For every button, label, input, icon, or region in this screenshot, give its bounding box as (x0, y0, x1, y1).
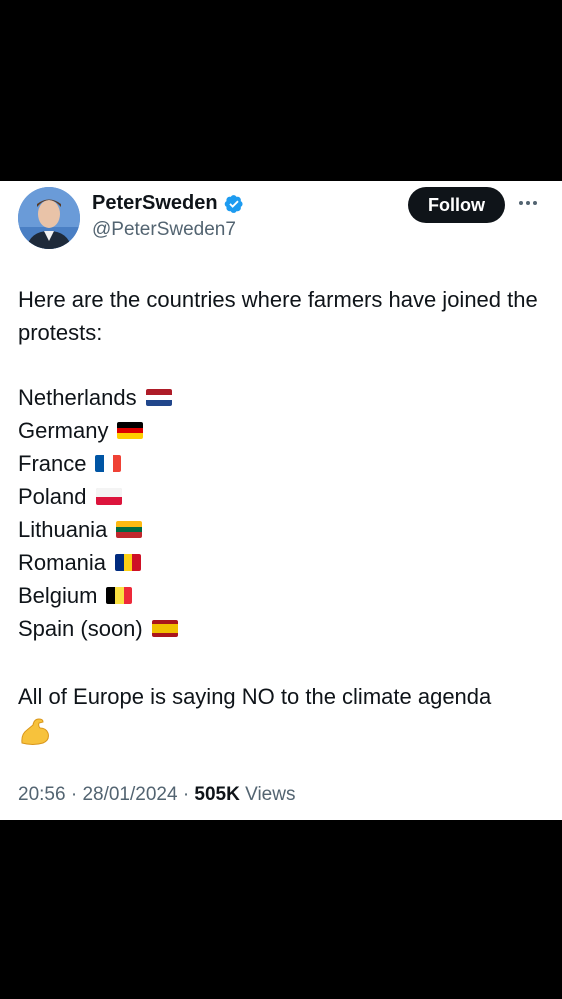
more-horizontal-icon[interactable] (519, 196, 543, 210)
belgium-flag-icon (106, 587, 133, 604)
avatar-image (18, 187, 80, 249)
follow-button[interactable]: Follow (408, 187, 505, 223)
author-name[interactable]: PeterSweden (92, 192, 244, 215)
list-item: Netherlands (18, 381, 178, 414)
france-flag-icon (95, 455, 122, 472)
country-name: France (18, 451, 87, 476)
poland-flag-icon (95, 488, 122, 505)
list-item: Germany (18, 414, 178, 447)
list-item: Belgium (18, 579, 178, 612)
list-item: Poland (18, 480, 178, 513)
author-handle[interactable]: @PeterSweden7 (92, 219, 236, 241)
germany-flag-icon (117, 422, 144, 439)
spain-flag-icon (151, 620, 178, 637)
verified-badge-icon (224, 194, 243, 213)
dot (526, 201, 530, 205)
list-item: Lithuania (18, 513, 178, 546)
views-label: Views (245, 784, 296, 805)
list-item: Romania (18, 546, 178, 579)
dot (533, 201, 537, 205)
list-item: France (18, 447, 178, 480)
dot (519, 201, 523, 205)
romania-flag-icon (115, 554, 142, 571)
tweet-intro-text: Here are the countries where farmers hav… (18, 287, 538, 345)
country-name: Germany (18, 418, 109, 443)
separator: · (182, 784, 195, 805)
avatar[interactable] (18, 187, 80, 249)
lithuania-flag-icon (116, 521, 143, 538)
country-name: Lithuania (18, 517, 108, 542)
author-display-name[interactable]: PeterSweden (92, 192, 218, 215)
country-name: Spain (soon) (18, 616, 143, 641)
tweet-date[interactable]: 28/01/2024 (82, 784, 177, 805)
tweet-meta: 20:56 · 28/01/2024 · 505K Views (18, 784, 295, 806)
tweet-closing-text: All of Europe is saying NO to the climat… (18, 684, 492, 709)
tweet-time[interactable]: 20:56 (18, 784, 66, 805)
flexed-biceps-emoji (21, 718, 49, 745)
netherlands-flag-icon (145, 389, 172, 406)
views-count: 505K (194, 784, 240, 805)
list-item: Spain (soon) (18, 612, 178, 645)
country-name: Netherlands (18, 385, 137, 410)
country-name: Romania (18, 550, 107, 575)
country-name: Poland (18, 484, 87, 509)
country-name: Belgium (18, 583, 98, 608)
separator: · (70, 784, 83, 805)
country-list: Netherlands Germany France Poland Lithua… (18, 381, 178, 645)
